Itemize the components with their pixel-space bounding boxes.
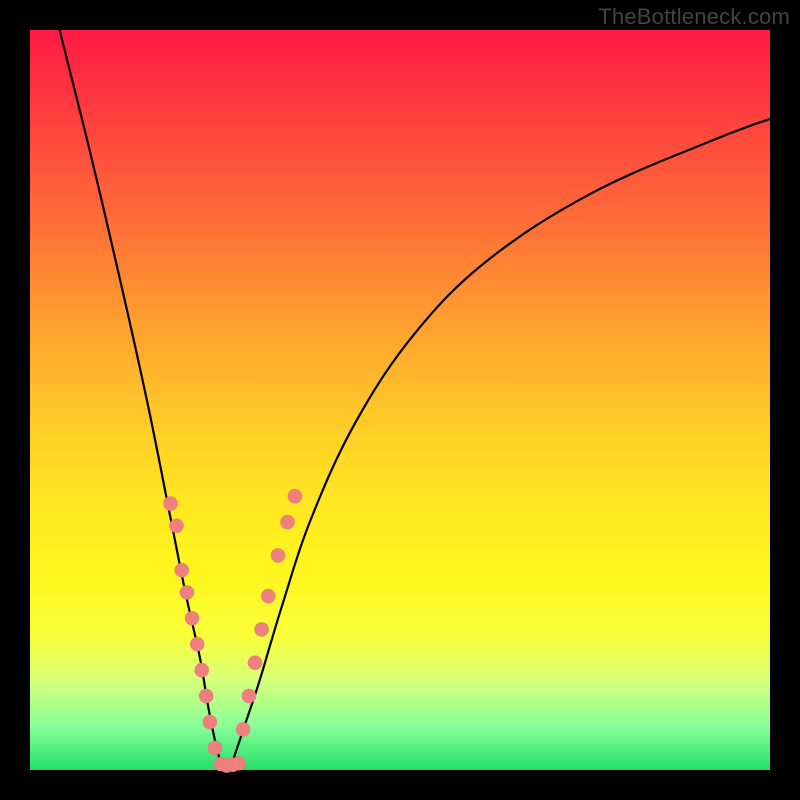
dots-group: [163, 489, 302, 773]
data-dot: [280, 515, 294, 529]
data-dot: [203, 715, 217, 729]
data-dot: [254, 622, 268, 636]
plot-area: [30, 30, 770, 770]
data-dot: [208, 741, 222, 755]
data-dot: [248, 656, 262, 670]
data-dot: [232, 756, 246, 770]
watermark-text: TheBottleneck.com: [598, 4, 790, 30]
data-dot: [169, 519, 183, 533]
data-dot: [175, 563, 189, 577]
data-dot: [195, 663, 209, 677]
data-dot: [199, 689, 213, 703]
data-dot: [185, 611, 199, 625]
chart-frame: TheBottleneck.com: [0, 0, 800, 800]
curve-group: [60, 30, 770, 770]
data-dot: [236, 722, 250, 736]
data-dot: [261, 589, 275, 603]
data-dot: [271, 548, 285, 562]
right-arm-path: [230, 119, 770, 770]
data-dot: [242, 689, 256, 703]
data-dot: [163, 496, 177, 510]
curve-layer: [30, 30, 770, 770]
data-dot: [190, 637, 204, 651]
left-arm-path: [60, 30, 223, 770]
data-dot: [288, 489, 302, 503]
data-dot: [180, 585, 194, 599]
